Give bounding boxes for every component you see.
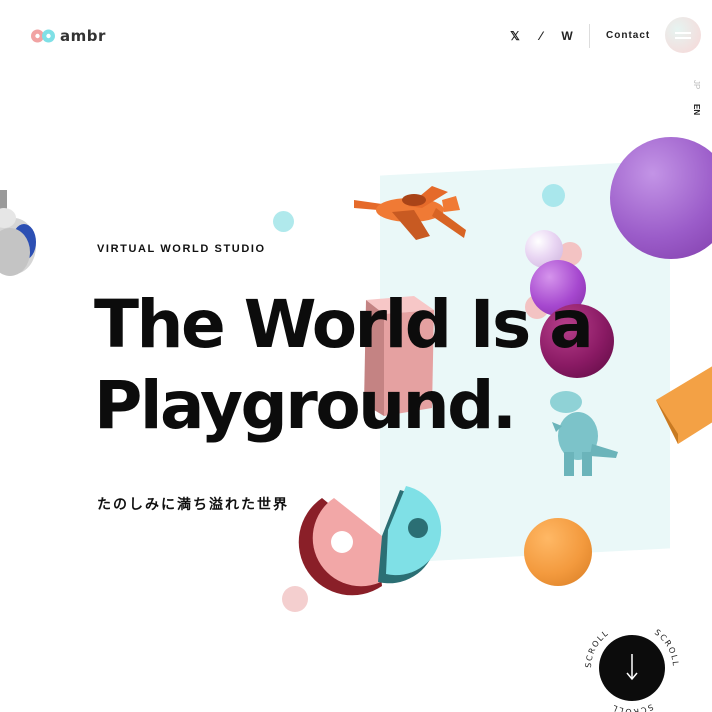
hamburger-menu-icon xyxy=(675,32,691,34)
page: ambr 𝕏 ⁄ W Contact JP EN VIRTUAL WORLD S… xyxy=(0,0,712,712)
hero-eyebrow: VIRTUAL WORLD STUDIO xyxy=(97,243,266,255)
ambr-logo[interactable]: ambr xyxy=(30,27,106,45)
hero-headline-line-1: The World Is a xyxy=(94,286,594,363)
orange-wedge-shape xyxy=(656,366,712,444)
scroll-button[interactable]: SCROLL SCROLL SCROLL xyxy=(580,616,684,712)
menu-button[interactable] xyxy=(665,17,701,53)
slash-brand-icon[interactable]: ⁄ xyxy=(533,28,549,44)
hamburger-menu-icon-bar xyxy=(675,37,691,39)
robot-character-shape xyxy=(0,190,36,276)
orange-sphere xyxy=(524,518,592,586)
contact-link[interactable]: Contact xyxy=(606,30,650,41)
airplane-shape xyxy=(354,186,466,240)
ambr-logo-mark-icon xyxy=(31,29,55,43)
hero-tagline: たのしみに満ち溢れた世界 xyxy=(97,497,289,513)
teal-orb-top xyxy=(542,184,565,207)
scroll-label-3: SCROLL xyxy=(610,702,653,712)
hero-headline: The World Is a Playground. xyxy=(94,284,594,446)
header-divider xyxy=(589,24,590,48)
x-twitter-icon[interactable]: 𝕏 xyxy=(507,28,523,44)
language-ja[interactable]: JP xyxy=(692,80,701,89)
scroll-ring-text-3: SCROLL xyxy=(610,702,655,712)
ambr-3d-logo-shape xyxy=(298,486,442,596)
w-brand-icon[interactable]: W xyxy=(559,28,575,44)
language-en[interactable]: EN xyxy=(692,104,701,115)
hero-headline-line-2: Playground. xyxy=(94,367,517,444)
teal-orb-small xyxy=(273,211,294,232)
logo-wordmark: ambr xyxy=(60,27,106,45)
